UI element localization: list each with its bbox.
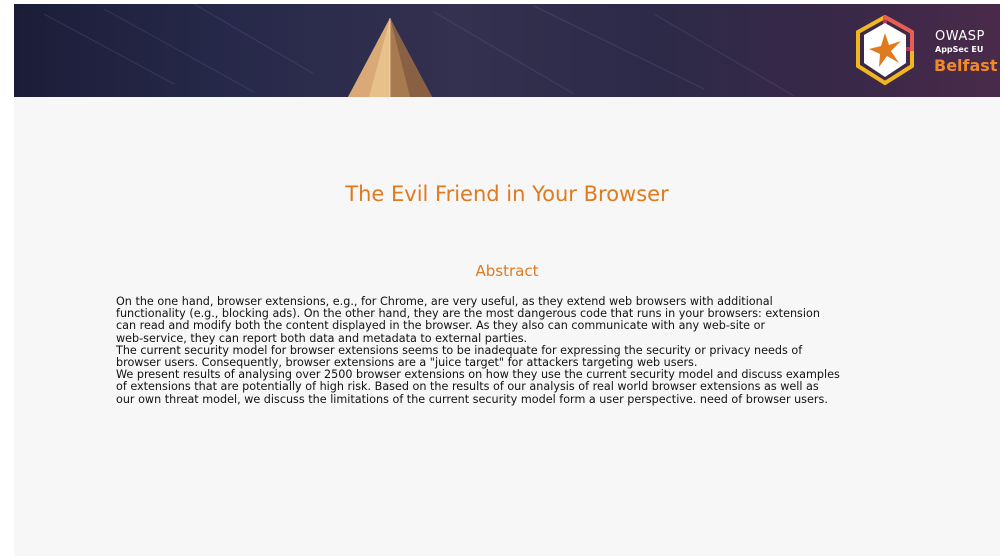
logo-owasp-text: OWASP [935, 29, 985, 44]
logo-appsec-text: AppSec EU [935, 45, 984, 54]
slide-title: The Evil Friend in Your Browser [345, 182, 669, 206]
abstract-heading: Abstract [475, 262, 539, 280]
slide: OWASP AppSec EU Belfast The Evil Friend … [14, 4, 1000, 556]
header-banner: OWASP AppSec EU Belfast [14, 4, 1000, 97]
abstract-line: web-service, they can report both data a… [116, 331, 528, 345]
abstract-body: On the one hand, browser extensions, e.g… [116, 295, 916, 406]
abstract-line: can read and modify both the content dis… [116, 319, 766, 333]
crystal-graphic [348, 18, 432, 97]
logo-belfast-text: Belfast [934, 56, 998, 75]
abstract-line: of extensions that are potentially of hi… [116, 380, 819, 394]
abstract-line: our own threat model, we discuss the lim… [116, 392, 828, 406]
